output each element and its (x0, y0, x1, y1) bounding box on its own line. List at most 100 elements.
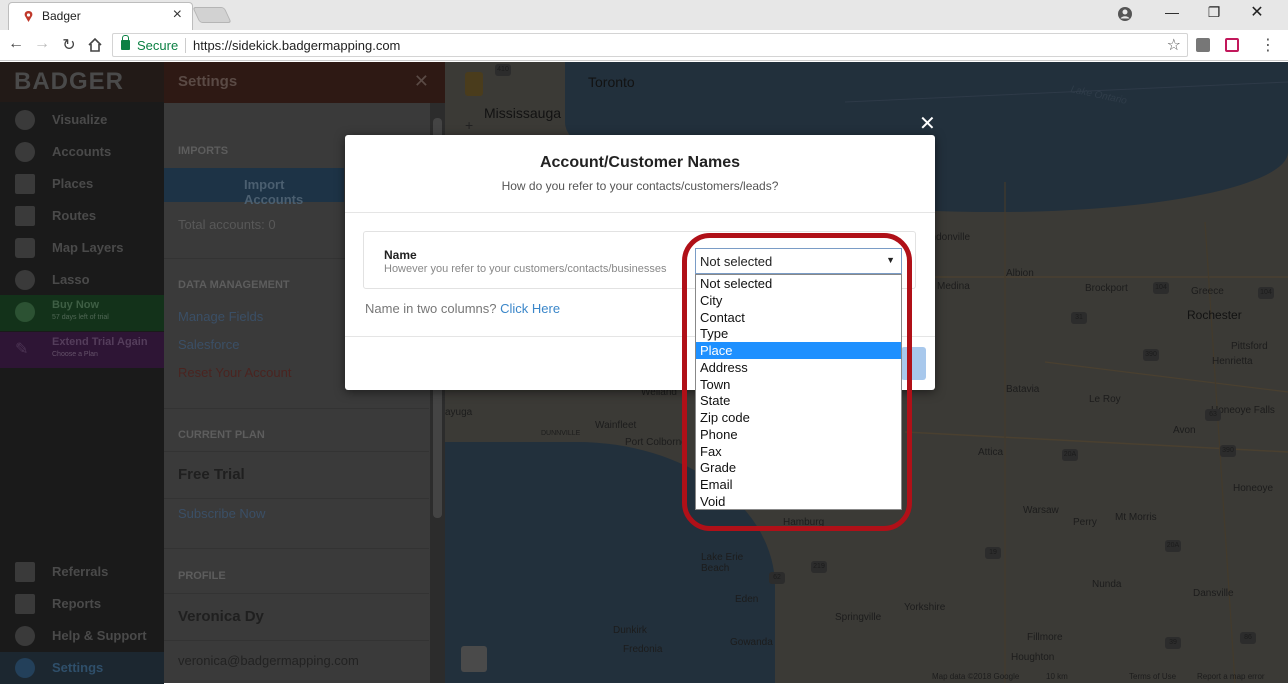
route-shield: 104 (1153, 282, 1169, 294)
window-close-icon[interactable]: ✕ (1237, 2, 1277, 22)
browser-tab[interactable]: Badger × (8, 2, 193, 30)
map-label: Attica (978, 447, 1004, 458)
manage-fields-link[interactable]: Manage Fields (178, 309, 263, 324)
current-plan-heading: Current Plan (178, 429, 265, 441)
sidebar-item-label: Lasso (52, 272, 90, 287)
divider (164, 408, 429, 409)
map-label: Albion (1006, 268, 1034, 279)
camera-extension-icon[interactable] (1196, 38, 1210, 52)
imports-heading: Imports (178, 145, 229, 157)
profile-email: veronica@badgermapping.com (178, 653, 359, 668)
subscribe-now-link[interactable]: Subscribe Now (178, 506, 265, 521)
settings-close-icon[interactable]: ✕ (414, 71, 429, 92)
dollar-icon (15, 302, 35, 322)
back-icon[interactable]: ← (6, 35, 26, 53)
sidebar: BADGER Visualize Accounts Places Routes … (0, 62, 164, 684)
browser-menu-icon[interactable]: ⋮ (1260, 35, 1276, 55)
sidebar-item-routes[interactable]: Routes (0, 200, 164, 232)
salesforce-link[interactable]: Salesforce (178, 337, 239, 352)
minimize-icon[interactable]: — (1152, 4, 1192, 20)
import-accounts-button[interactable]: Import Accounts (164, 168, 344, 207)
map-label: Mississauga (484, 105, 562, 121)
buy-now-sub: 57 days left of trial (52, 314, 109, 321)
reset-account-link[interactable]: Reset Your Account (178, 365, 291, 380)
sidebar-item-label: Referrals (52, 564, 109, 579)
map-label: Fillmore (1027, 632, 1063, 643)
restore-icon[interactable]: ❐ (1194, 4, 1234, 21)
browser-titlebar: Badger × — ❐ ✕ (0, 0, 1288, 30)
two-columns-row: Name in two columns? Click Here (365, 301, 560, 316)
sidebar-item-visualize[interactable]: Visualize (0, 104, 164, 136)
extend-trial-label: Extend Trial Again (52, 336, 148, 348)
bookmark-star-icon[interactable]: ☆ (1167, 35, 1181, 55)
sidebar-item-label: Places (52, 176, 94, 191)
sidebar-item-reports[interactable]: Reports (0, 588, 164, 620)
route-shield: 20A (1165, 540, 1181, 552)
map-label: Perry (1073, 517, 1097, 528)
map-label: Warsaw (1023, 505, 1059, 516)
map-report-link[interactable]: Report a map error (1197, 672, 1265, 681)
sidebar-item-help[interactable]: Help & Support (0, 620, 164, 652)
location-icon[interactable] (461, 646, 487, 672)
map-label: Lake Erie Beach (701, 552, 744, 574)
modal-close-icon[interactable]: ✕ (919, 111, 936, 136)
zoom-in-icon[interactable]: + (465, 117, 473, 133)
pegman-icon[interactable] (465, 72, 483, 96)
sidebar-item-map-layers[interactable]: Map Layers (0, 232, 164, 264)
reports-icon (15, 594, 35, 614)
forward-icon[interactable]: → (32, 35, 52, 53)
route-shield: 19 (985, 547, 1001, 559)
sidebar-item-label: Map Layers (52, 240, 124, 255)
profile-icon[interactable] (1118, 7, 1132, 21)
annotation-highlight-ring (682, 233, 912, 531)
field-label: Name (384, 248, 417, 262)
extend-trial-button[interactable]: ✎ Extend Trial Again Choose a Plan (0, 332, 164, 368)
secure-label: Secure (137, 38, 179, 53)
map-terms-link[interactable]: Terms of Use (1129, 672, 1176, 681)
sidebar-item-label: Settings (52, 660, 104, 675)
profile-heading: Profile (178, 570, 226, 582)
sidebar-item-accounts[interactable]: Accounts (0, 136, 164, 168)
sidebar-item-places[interactable]: Places (0, 168, 164, 200)
map-label: Fredonia (623, 644, 663, 655)
map-label: Medina (937, 281, 970, 292)
lasso-icon (15, 270, 35, 290)
total-accounts: Total accounts: 0 (178, 217, 276, 232)
map-label: Rochester (1187, 308, 1242, 322)
map-label: Houghton (1011, 652, 1055, 663)
person-icon (15, 142, 35, 162)
divider (164, 451, 429, 452)
sidebar-item-referrals[interactable]: Referrals (0, 556, 164, 588)
map-label: Henrietta (1212, 356, 1253, 367)
extend-trial-sub: Choose a Plan (52, 351, 98, 358)
tab-close-icon[interactable]: × (173, 6, 182, 24)
map-label: Eden (735, 594, 759, 605)
reload-icon[interactable]: ↻ (59, 35, 79, 55)
url-text[interactable]: https://sidekick.badgermapping.com (193, 38, 400, 53)
map-label: Nunda (1092, 579, 1122, 590)
sidebar-item-settings[interactable]: Settings (0, 652, 164, 684)
map-label: Yorkshire (904, 602, 946, 613)
data-management-heading: Data Management (178, 279, 290, 291)
new-tab-button[interactable] (192, 7, 232, 23)
store-icon (15, 174, 35, 194)
sidebar-item-label: Routes (52, 208, 97, 223)
route-shield: 219 (811, 561, 827, 573)
two-columns-text: Name in two columns? (365, 301, 497, 316)
sidebar-item-lasso[interactable]: Lasso (0, 264, 164, 296)
divider (164, 548, 429, 549)
sidebar-item-label: Reports (52, 596, 102, 611)
buy-now-button[interactable]: Buy Now 57 days left of trial (0, 295, 164, 331)
home-icon[interactable] (87, 37, 103, 53)
pocket-extension-icon[interactable] (1225, 38, 1239, 52)
gear-icon (15, 658, 35, 678)
click-here-link[interactable]: Click Here (500, 301, 560, 316)
omnibox-divider (185, 38, 186, 53)
buy-now-label: Buy Now (52, 299, 100, 311)
modal-subtitle: How do you refer to your contacts/custom… (501, 179, 779, 193)
map-label: Honeoye (1233, 483, 1274, 494)
badger-logo[interactable]: BADGER (0, 62, 164, 102)
address-bar[interactable]: Secure https://sidekick.badgermapping.co… (112, 33, 1188, 57)
route-shield: 39 (1165, 637, 1181, 649)
route-shield: 31 (1071, 312, 1087, 324)
